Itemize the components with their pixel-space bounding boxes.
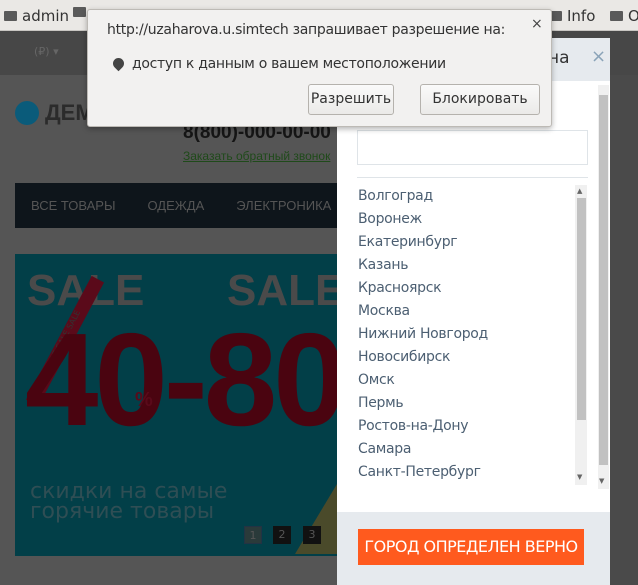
scroll-down-icon[interactable]: ▼ [577, 473, 582, 481]
slider-page-1[interactable]: 1 [244, 526, 262, 544]
main-nav: ВСЕ ТОВАРЫ ОДЕЖДА ЭЛЕКТРОНИКА [15, 183, 345, 228]
scrollbar-thumb[interactable] [577, 198, 586, 420]
popup-title: http://uzaharova.u.simtech запрашивает р… [107, 22, 506, 38]
folder-icon [610, 11, 623, 21]
bookmark-label: Info [567, 7, 596, 25]
city-item[interactable]: Самара [358, 438, 572, 461]
city-item[interactable]: Санкт-Петербург [358, 461, 572, 484]
banner-subtitle: скидки на самые горячие товары [30, 481, 227, 524]
bookmark-o[interactable]: O [610, 7, 638, 25]
banner-subtitle-line: горячие товары [30, 499, 215, 524]
bookmark-label: admin [22, 7, 69, 25]
city-item[interactable]: Пермь [358, 392, 572, 415]
city-item[interactable]: Екатеринбург [358, 231, 572, 254]
city-item[interactable]: Нижний Новгород [358, 323, 572, 346]
city-item[interactable]: Москва [358, 300, 572, 323]
folder-icon [4, 11, 17, 21]
city-search-input[interactable] [357, 130, 588, 165]
logo-icon [15, 101, 39, 125]
city-item[interactable]: Воронеж [358, 208, 572, 231]
slider-page-3[interactable]: 3 [303, 526, 321, 544]
city-item[interactable]: Омск [358, 369, 572, 392]
allow-button[interactable]: Разрешить [308, 84, 394, 115]
banner-discount: 40-80 [25, 306, 337, 453]
close-icon[interactable]: × [591, 46, 606, 67]
confirm-city-button[interactable]: ГОРОД ОПРЕДЕЛЕН ВЕРНО [358, 529, 584, 565]
sale-banner[interactable]: SALE SALE SALE SALE SALE 40-80 % скидки … [15, 254, 337, 556]
scrollbar-thumb[interactable] [599, 95, 608, 465]
nav-electronics[interactable]: ЭЛЕКТРОНИКА [236, 198, 331, 213]
folder-icon [73, 7, 86, 17]
currency-selector[interactable]: (₽) ▾ [34, 45, 59, 58]
geolocation-permission-popup: http://uzaharova.u.simtech запрашивает р… [87, 9, 552, 127]
city-item[interactable]: Ростов-на-Дону [358, 415, 572, 438]
slider-page-2[interactable]: 2 [273, 526, 291, 544]
banner-percent: % [135, 389, 153, 411]
callback-link[interactable]: Заказать обратный звонок [183, 149, 330, 163]
close-icon[interactable]: × [531, 16, 543, 32]
modal-scrollbar[interactable]: ▼ [598, 85, 609, 489]
page-background-right [610, 75, 638, 585]
bookmark-folder[interactable] [73, 7, 86, 17]
permission-text: доступ к данным о вашем местоположении [132, 56, 446, 72]
bookmark-admin[interactable]: admin [4, 7, 69, 25]
nav-all-products[interactable]: ВСЕ ТОВАРЫ [31, 198, 115, 213]
divider [357, 177, 588, 178]
city-item[interactable]: Казань [358, 254, 572, 277]
nav-clothing[interactable]: ОДЕЖДА [147, 198, 204, 213]
city-item[interactable]: Красноярск [358, 277, 572, 300]
scroll-up-icon[interactable]: ▲ [577, 187, 582, 195]
location-pin-icon [110, 55, 127, 72]
scroll-down-icon[interactable]: ▼ [599, 477, 604, 485]
block-button[interactable]: Блокировать [420, 84, 540, 115]
city-list-scrollbar[interactable]: ▲ ▼ [575, 185, 587, 485]
bookmark-label: O [628, 7, 638, 25]
city-list: Волгоград Воронеж Екатеринбург Казань Красно… [358, 185, 572, 485]
city-item[interactable]: Новосибирск [358, 346, 572, 369]
modal-footer: ГОРОД ОПРЕДЕЛЕН ВЕРНО [337, 512, 610, 585]
city-item[interactable]: Волгоград [358, 185, 572, 208]
bookmark-info[interactable]: Info [549, 7, 595, 25]
